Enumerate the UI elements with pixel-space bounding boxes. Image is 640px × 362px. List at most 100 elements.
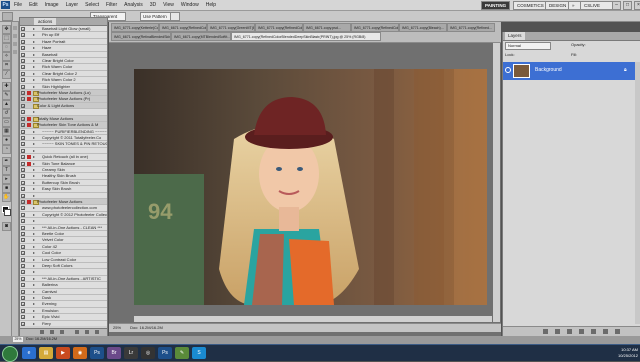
clone-source-panel-icon[interactable] xyxy=(13,42,17,46)
toggle-checkbox-icon[interactable]: ✓ xyxy=(21,264,25,269)
dialog-toggle-icon[interactable] xyxy=(27,174,31,178)
tool-preset-icon[interactable] xyxy=(2,12,13,21)
toggle-checkbox-icon[interactable]: ✓ xyxy=(21,219,25,224)
dialog-toggle-icon[interactable] xyxy=(27,97,31,102)
photoshop2-taskbar-icon[interactable]: Ps xyxy=(158,347,172,359)
camera-taskbar-icon[interactable]: ◎ xyxy=(141,347,155,359)
toggle-checkbox-icon[interactable]: ✓ xyxy=(21,302,25,307)
document-tab[interactable]: IMG_6671.copy.psd... xyxy=(303,23,351,32)
dialog-toggle-icon[interactable] xyxy=(27,168,31,172)
menu-edit[interactable]: Edit xyxy=(29,0,38,10)
hand-tool-icon[interactable]: ✋ xyxy=(2,193,11,202)
eraser-tool-icon[interactable]: ▭ xyxy=(2,118,11,127)
toggle-checkbox-icon[interactable]: ✓ xyxy=(21,110,25,115)
dialog-toggle-icon[interactable] xyxy=(27,245,31,249)
quick-select-tool-icon[interactable]: ✧ xyxy=(2,52,11,61)
toggle-checkbox-icon[interactable]: ✓ xyxy=(21,212,25,217)
toggle-checkbox-icon[interactable]: ✓ xyxy=(21,315,25,320)
dialog-toggle-icon[interactable] xyxy=(27,270,31,274)
toggle-checkbox-icon[interactable]: ✓ xyxy=(21,142,25,147)
dialog-toggle-icon[interactable] xyxy=(27,206,31,210)
navigator-panel-icon[interactable] xyxy=(13,50,17,54)
crop-tool-icon[interactable]: ⌗ xyxy=(2,61,11,70)
dialog-toggle-icon[interactable] xyxy=(27,142,31,146)
dialog-toggle-icon[interactable] xyxy=(27,277,31,281)
dialog-toggle-icon[interactable] xyxy=(27,116,31,121)
history-brush-tool-icon[interactable]: ↺ xyxy=(2,109,11,118)
maximize-icon[interactable]: □ xyxy=(623,1,632,10)
menu-analysis[interactable]: Analysis xyxy=(124,0,143,10)
dialog-toggle-icon[interactable] xyxy=(27,85,31,89)
folder-taskbar-icon[interactable]: ▤ xyxy=(39,347,53,359)
bridge-taskbar-icon[interactable]: Br xyxy=(107,347,121,359)
background-color-swatch[interactable] xyxy=(4,209,11,216)
toggle-checkbox-icon[interactable]: ✓ xyxy=(21,308,25,313)
dialog-toggle-icon[interactable] xyxy=(27,110,31,114)
toggle-checkbox-icon[interactable]: ✓ xyxy=(21,161,25,166)
new-set-icon[interactable] xyxy=(75,330,79,334)
layer-name[interactable]: Background xyxy=(535,67,562,73)
bottom-zoom-field[interactable]: 25% xyxy=(13,337,23,342)
horizontal-scrollbar[interactable] xyxy=(134,316,492,322)
minimize-icon[interactable]: – xyxy=(612,1,621,10)
system-clock[interactable]: 10:37 AM 10/25/2012 xyxy=(583,347,638,359)
dialog-toggle-icon[interactable] xyxy=(27,78,31,82)
play-icon[interactable] xyxy=(60,330,64,334)
menu-image[interactable]: Image xyxy=(45,0,59,10)
new-layer-icon[interactable] xyxy=(603,329,608,334)
toggle-checkbox-icon[interactable]: ✓ xyxy=(21,78,25,83)
dialog-toggle-icon[interactable] xyxy=(27,104,31,108)
dialog-toggle-icon[interactable] xyxy=(27,258,31,262)
dodge-tool-icon[interactable]: ◔ xyxy=(2,145,11,154)
gradient-tool-icon[interactable]: ▦ xyxy=(2,127,11,136)
toggle-checkbox-icon[interactable]: ✓ xyxy=(21,97,25,102)
ie-taskbar-icon[interactable]: e xyxy=(22,347,36,359)
paint-taskbar-icon[interactable]: ✎ xyxy=(175,347,189,359)
toggle-checkbox-icon[interactable]: ✓ xyxy=(21,167,25,172)
dialog-toggle-icon[interactable] xyxy=(27,59,31,63)
dialog-toggle-icon[interactable] xyxy=(27,155,31,160)
document-tab[interactable]: IMG_6771 copy(RefinedColorBleach... xyxy=(255,23,303,32)
toggle-checkbox-icon[interactable]: ✓ xyxy=(21,148,25,153)
document-tab[interactable]: IMG_6771 copy(GreenMT(BlendedPortraitBle… xyxy=(207,23,255,32)
layer-row-background[interactable]: Background 🔒︎ xyxy=(503,62,635,80)
toggle-checkbox-icon[interactable]: ✓ xyxy=(21,193,25,198)
link-layers-icon[interactable] xyxy=(543,329,548,334)
dialog-toggle-icon[interactable] xyxy=(27,136,31,140)
toggle-checkbox-icon[interactable]: ✓ xyxy=(21,251,25,256)
menu-window[interactable]: Window xyxy=(181,0,199,10)
toggle-checkbox-icon[interactable]: ✓ xyxy=(21,276,25,281)
document-tab[interactable]: IMG_6771.copy(Bleach)... xyxy=(399,23,447,32)
document-tab[interactable]: IMG_6671 copy(RetinaBlendedSkin... xyxy=(111,32,171,41)
toggle-checkbox-icon[interactable]: ✓ xyxy=(21,59,25,64)
toggle-checkbox-icon[interactable]: ✓ xyxy=(21,52,25,57)
dialog-toggle-icon[interactable] xyxy=(27,309,31,313)
lightroom-taskbar-icon[interactable]: Lr xyxy=(124,347,138,359)
tab-layers[interactable]: Layers xyxy=(505,32,525,40)
pattern-field[interactable]: Use Pattern xyxy=(140,12,172,21)
dialog-toggle-icon[interactable] xyxy=(27,302,31,306)
healing-brush-tool-icon[interactable]: ✚ xyxy=(2,82,11,91)
menu-layer[interactable]: Layer xyxy=(66,0,79,10)
toggle-checkbox-icon[interactable]: ✓ xyxy=(21,199,25,204)
document-tab[interactable]: IMG_6671.copy(MTBlendedSoftIt... xyxy=(171,32,231,41)
pattern-swatch-icon[interactable] xyxy=(170,12,180,21)
brush-panel-icon[interactable] xyxy=(13,34,17,38)
dialog-toggle-icon[interactable] xyxy=(27,53,31,57)
dialog-toggle-icon[interactable] xyxy=(27,194,31,198)
toggle-checkbox-icon[interactable]: ✓ xyxy=(21,225,25,230)
document-tab-active[interactable]: IMG_6771.copy(RefinedColorBlendedDeepSki… xyxy=(231,32,381,41)
toggle-checkbox-icon[interactable]: ✓ xyxy=(21,91,25,96)
menu-view[interactable]: View xyxy=(163,0,174,10)
cs-live-button[interactable]: CSLIVE xyxy=(580,1,616,10)
blend-mode-dropdown[interactable]: Normal xyxy=(505,42,551,50)
close-icon[interactable]: × xyxy=(634,1,640,10)
toggle-checkbox-icon[interactable]: ✓ xyxy=(21,238,25,243)
dialog-toggle-icon[interactable] xyxy=(27,187,31,191)
dialog-toggle-icon[interactable] xyxy=(27,219,31,223)
toggle-checkbox-icon[interactable]: ✓ xyxy=(21,270,25,275)
pen-tool-icon[interactable]: ✒ xyxy=(2,157,11,166)
dialog-toggle-icon[interactable] xyxy=(27,296,31,300)
menu-filter[interactable]: Filter xyxy=(106,0,117,10)
dialog-toggle-icon[interactable] xyxy=(27,238,31,242)
